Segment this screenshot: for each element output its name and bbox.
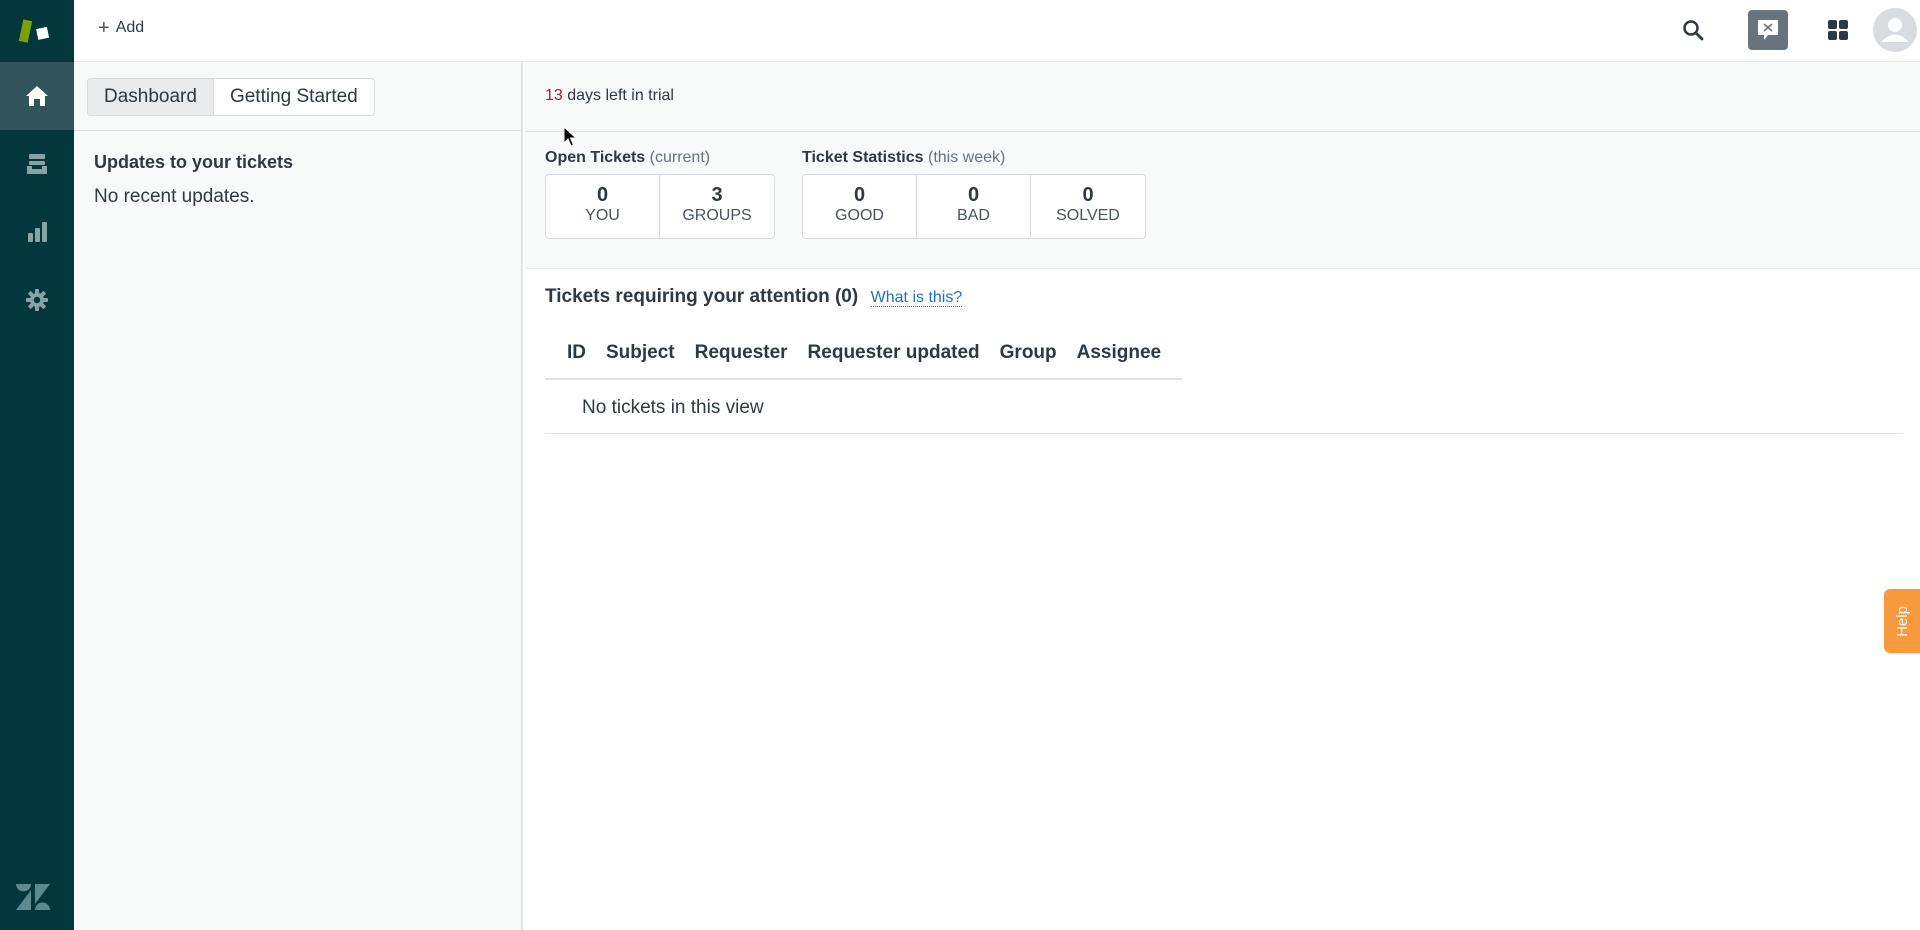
dashboard-tabs: Dashboard Getting Started — [87, 78, 375, 116]
dashboard-tabs-row: Dashboard Getting Started — [74, 62, 521, 131]
user-avatar-button[interactable] — [1873, 8, 1917, 52]
stat-label: SOLVED — [1056, 207, 1120, 224]
trial-label: days left in trial — [567, 87, 674, 104]
ticket-statistics-subtitle: (this week) — [928, 149, 1006, 166]
stat-groups[interactable]: 3 GROUPS — [660, 175, 774, 238]
column-assignee[interactable]: Assignee — [1077, 342, 1161, 364]
column-subject[interactable]: Subject — [606, 342, 675, 364]
column-requester[interactable]: Requester — [695, 342, 788, 364]
stat-label: YOU — [585, 207, 620, 224]
add-button[interactable]: + Add — [98, 18, 144, 38]
attention-header: Tickets requiring your attention (0) Wha… — [545, 286, 963, 308]
tickets-empty-row: No tickets in this view — [545, 380, 1903, 434]
open-tickets-title-text: Open Tickets — [545, 149, 646, 166]
user-avatar-icon — [1882, 18, 1908, 42]
updates-section: Updates to your tickets No recent update… — [74, 131, 521, 229]
search-button[interactable] — [1672, 9, 1714, 51]
open-tickets-title: Open Tickets (current) — [545, 149, 775, 167]
column-id[interactable]: ID — [567, 342, 586, 364]
stat-solved[interactable]: 0 SOLVED — [1031, 175, 1145, 238]
chat-close-icon — [1758, 20, 1778, 40]
column-requester-updated[interactable]: Requester updated — [808, 342, 980, 364]
stat-value: 0 — [853, 184, 866, 206]
stat-value: 3 — [711, 184, 723, 206]
ticket-statistics-group: Ticket Statistics (this week) 0 GOOD 0 B… — [802, 149, 1146, 239]
stat-value: 0 — [967, 184, 980, 206]
updates-empty-text: No recent updates. — [94, 186, 255, 207]
search-icon — [1683, 20, 1704, 41]
open-tickets-boxes: 0 YOU 3 GROUPS — [545, 174, 775, 239]
inbox-icon — [27, 154, 47, 174]
top-bar: + Add — [74, 0, 1920, 62]
bar-chart-icon — [28, 222, 47, 242]
open-tickets-group: Open Tickets (current) 0 YOU 3 GROUPS — [545, 149, 775, 239]
what-is-this-link[interactable]: What is this? — [870, 289, 963, 307]
zendesk-logo-icon[interactable] — [14, 882, 52, 912]
support-logo-icon — [18, 19, 50, 43]
help-label: Help — [1893, 605, 1911, 637]
trial-text: 13 days left in trial — [545, 87, 674, 105]
nav-item-admin[interactable] — [0, 266, 74, 334]
tab-getting-started[interactable]: Getting Started — [213, 79, 374, 115]
add-label: Add — [115, 19, 145, 36]
gear-icon — [26, 289, 48, 311]
trial-days: 13 — [545, 87, 563, 104]
left-panel: Dashboard Getting Started Updates to you… — [74, 62, 523, 930]
apps-grid-icon — [1828, 20, 1848, 40]
nav-item-home[interactable] — [0, 62, 74, 130]
nav-item-views[interactable] — [0, 130, 74, 198]
updates-title: Updates to your tickets — [94, 152, 294, 172]
tab-dashboard[interactable]: Dashboard — [88, 79, 214, 115]
stat-good[interactable]: 0 GOOD — [803, 175, 917, 238]
stat-value: 0 — [596, 184, 609, 206]
ticket-statistics-title-text: Ticket Statistics — [802, 149, 924, 166]
stat-bad[interactable]: 0 BAD — [917, 175, 1031, 238]
stat-label: GOOD — [835, 207, 884, 224]
help-button[interactable]: Help — [1884, 589, 1920, 653]
column-group[interactable]: Group — [1000, 342, 1057, 364]
mouse-cursor-icon — [563, 126, 577, 147]
attention-title: Tickets requiring your attention (0) — [545, 286, 859, 307]
tickets-table-header: ID Subject Requester Requester updated G… — [545, 328, 1182, 380]
ticket-statistics-title: Ticket Statistics (this week) — [802, 149, 1146, 167]
stats-section: Open Tickets (current) 0 YOU 3 GROUPS Ti… — [525, 132, 1920, 269]
chat-button[interactable] — [1747, 9, 1789, 51]
stat-you[interactable]: 0 YOU — [546, 175, 660, 238]
ticket-statistics-boxes: 0 GOOD 0 BAD 0 SOLVED — [802, 174, 1146, 239]
home-icon — [26, 86, 48, 106]
stat-label: GROUPS — [682, 207, 752, 224]
stat-value: 0 — [1082, 184, 1094, 206]
apps-button[interactable] — [1817, 9, 1859, 51]
tickets-empty-text: No tickets in this view — [582, 397, 764, 418]
stat-label: BAD — [957, 207, 990, 224]
nav-item-reporting[interactable] — [0, 198, 74, 266]
plus-icon: + — [98, 17, 110, 39]
product-logo[interactable] — [0, 0, 74, 62]
open-tickets-subtitle: (current) — [649, 149, 711, 166]
left-nav — [0, 0, 74, 930]
trial-bar: 13 days left in trial — [525, 62, 1920, 132]
